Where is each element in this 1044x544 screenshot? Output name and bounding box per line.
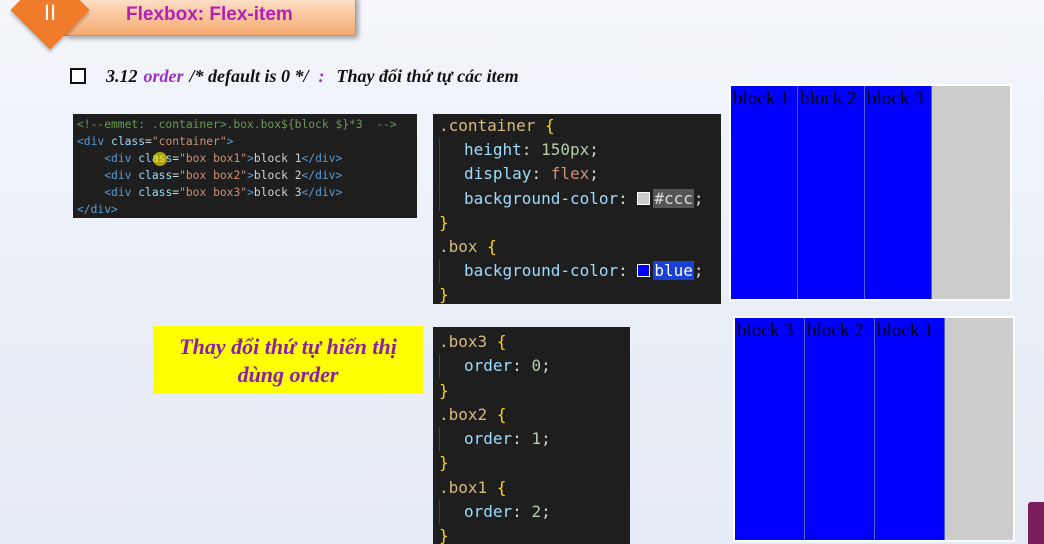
css-prop: order	[464, 356, 513, 376]
checkbox-bullet-icon	[70, 68, 86, 84]
flex-box: block 3	[865, 86, 932, 299]
section-description: Thay đổi thứ tự các item	[336, 65, 519, 86]
css-prop: height	[464, 140, 522, 160]
container-selector: .container	[439, 116, 536, 135]
section-number: II	[43, 0, 57, 25]
css-value: blue	[653, 261, 694, 281]
css-selector: .box2	[439, 404, 488, 424]
css-prop: display	[464, 164, 532, 184]
code-line: <div class="box box1">block 1</div>	[104, 152, 343, 165]
section-comment: /* default is 0 */	[189, 65, 309, 86]
section-colon: :	[318, 65, 325, 86]
css-prop: order	[464, 502, 513, 522]
section-heading: 3.12 order /* default is 0 */ : Thay đổi…	[70, 64, 519, 88]
color-swatch-icon	[637, 264, 651, 278]
flex-box: block 2	[798, 86, 865, 299]
yellow-note: Thay đổi thứ tự hiển thị dùng order	[153, 326, 423, 394]
code-line: <div class="box box2">block 2</div>	[104, 169, 343, 182]
css-code-panel-1: .container { height: 150px; display: fle…	[433, 114, 721, 304]
box-selector: .box	[439, 237, 478, 257]
css-value: flex	[550, 164, 590, 184]
css-value: 150px	[541, 140, 590, 160]
css-value: 2	[531, 502, 542, 522]
mouse-cursor-icon	[153, 152, 167, 166]
flex-box: block 1	[731, 86, 798, 299]
section-index: 3.12	[106, 65, 138, 86]
color-swatch-icon	[637, 191, 651, 205]
css-value: 0	[531, 356, 542, 376]
flex-container-demo-2: block 3 block 2 block 1	[733, 316, 1015, 542]
flex-box: block 1	[875, 318, 945, 540]
section-keyword: order	[143, 65, 184, 86]
flex-box: block 2	[805, 318, 875, 540]
html-code-panel: <!--emmet: .container>.box.box${block $}…	[73, 114, 417, 218]
code-line: <div class="container">	[77, 135, 234, 148]
slide-title: Flexbox: Flex-item	[126, 4, 293, 25]
flex-box: block 3	[735, 318, 805, 540]
css-prop: background-color	[464, 188, 619, 208]
code-line: <!--emmet: .container>.box.box${block $}…	[77, 118, 397, 131]
css-selector: .box1	[439, 477, 488, 497]
css-value: 1	[531, 429, 542, 449]
code-line: <div class="box box3">block 3</div>	[104, 186, 343, 199]
css-code-panel-2: .box3 { order: 0; } .box2 { order: 1; } …	[433, 327, 630, 544]
code-line: </div>	[77, 203, 118, 216]
note-line-2: dùng order	[237, 362, 339, 387]
css-prop: order	[464, 429, 513, 449]
css-selector: .box3	[439, 332, 488, 351]
flex-container-demo-1: block 1 block 2 block 3	[729, 84, 1012, 301]
css-value: #ccc	[653, 188, 694, 208]
css-prop: background-color	[464, 261, 619, 281]
app-logo-icon	[1028, 502, 1044, 544]
note-line-1: Thay đổi thứ tự hiển thị	[179, 334, 397, 359]
